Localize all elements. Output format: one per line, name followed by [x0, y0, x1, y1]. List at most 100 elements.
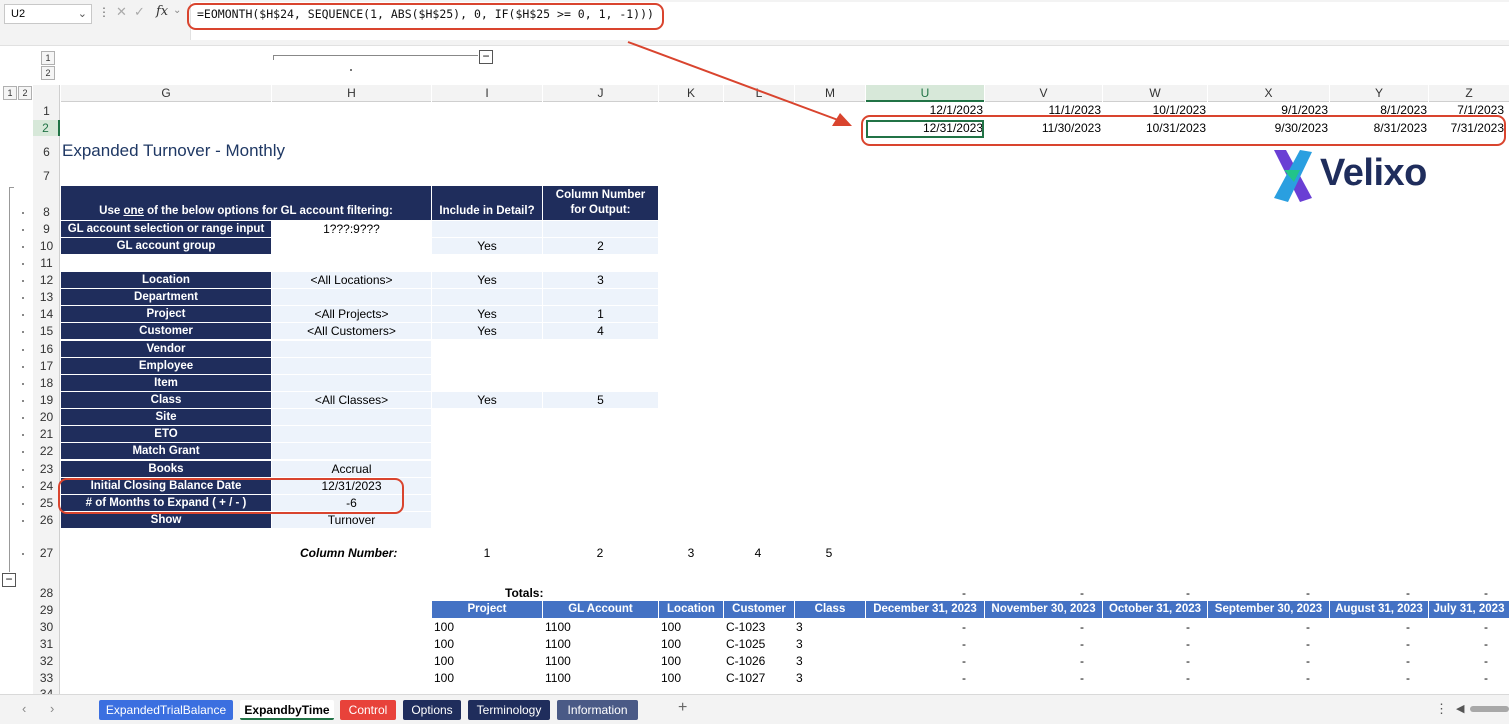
filter-value[interactable]: Accrual	[272, 462, 431, 476]
detail-column-header[interactable]: Location	[659, 601, 723, 618]
tab-expandbytime[interactable]: ExpandbyTime	[240, 700, 334, 720]
colnum-cell[interactable]: 3	[543, 273, 658, 287]
detail-cell[interactable]: C-1023	[726, 620, 765, 634]
colnum-cell[interactable]: 4	[543, 324, 658, 338]
detail-cell[interactable]: -	[1270, 637, 1310, 651]
detail-cell[interactable]: -	[1150, 654, 1190, 668]
column-number-value: 5	[825, 546, 833, 560]
detail-cell[interactable]: 1100	[545, 654, 571, 668]
detail-column-header[interactable]: December 31, 2023	[866, 601, 984, 618]
detail-cell[interactable]: 1100	[545, 671, 571, 685]
detail-column-header[interactable]: Customer	[724, 601, 794, 618]
detail-column-header[interactable]: August 31, 2023	[1330, 601, 1428, 618]
filter-header-left: Use one of the below options for GL acco…	[61, 186, 431, 220]
tab-options[interactable]: Options	[403, 700, 461, 720]
include-cell[interactable]: Yes	[432, 239, 542, 253]
detail-cell[interactable]: -	[926, 654, 966, 668]
detail-cell[interactable]: -	[926, 637, 966, 651]
detail-cell[interactable]: -	[1044, 654, 1084, 668]
include-cell[interactable]: Yes	[432, 273, 542, 287]
filter-label: Site	[61, 409, 271, 425]
colnum-cell[interactable]: 2	[543, 239, 658, 253]
velixo-logo-icon	[1274, 150, 1312, 202]
detail-cell[interactable]: -	[1150, 620, 1190, 634]
detail-column-header[interactable]: July 31, 2023	[1429, 601, 1509, 618]
detail-cell[interactable]: -	[926, 671, 966, 685]
filter-header-one: one	[123, 205, 144, 217]
detail-cell[interactable]: 100	[661, 637, 681, 651]
detail-cell[interactable]: -	[1370, 620, 1410, 634]
horizontal-scrollbar-thumb[interactable]	[1470, 706, 1509, 712]
filter-value-bg	[272, 358, 431, 374]
colnum-cell-bg	[543, 289, 658, 305]
detail-cell[interactable]: C-1026	[726, 654, 765, 668]
tab-scroll-right-icon[interactable]: ›	[50, 701, 54, 716]
filter-value[interactable]: <All Classes>	[272, 393, 431, 407]
detail-cell[interactable]: -	[1270, 671, 1310, 685]
detail-cell[interactable]: -	[1370, 671, 1410, 685]
detail-cell[interactable]: -	[1370, 637, 1410, 651]
filter-value-bg	[272, 409, 431, 425]
detail-cell[interactable]: -	[1150, 671, 1190, 685]
detail-cell[interactable]: 3	[796, 671, 803, 685]
colnum-header: Column Number for Output:	[543, 186, 658, 220]
detail-column-header[interactable]: November 30, 2023	[985, 601, 1102, 618]
detail-cell[interactable]: -	[1448, 620, 1488, 634]
filter-value[interactable]: <All Locations>	[272, 273, 431, 287]
detail-cell[interactable]: 1100	[545, 620, 571, 634]
detail-cell[interactable]: 100	[661, 671, 681, 685]
detail-column-header[interactable]: Class	[795, 601, 865, 618]
include-cell[interactable]: Yes	[432, 324, 542, 338]
tab-information[interactable]: Information	[557, 700, 638, 720]
filter-value[interactable]: <All Projects>	[272, 307, 431, 321]
detail-cell[interactable]: 1100	[545, 637, 571, 651]
detail-cell[interactable]: -	[1370, 654, 1410, 668]
detail-cell[interactable]: -	[1448, 654, 1488, 668]
detail-column-header[interactable]: Project	[432, 601, 542, 618]
detail-column-header[interactable]: GL Account	[543, 601, 658, 618]
detail-cell[interactable]: -	[1150, 637, 1190, 651]
detail-cell[interactable]: 3	[796, 637, 803, 651]
filter-value[interactable]: Turnover	[272, 513, 431, 527]
detail-cell[interactable]: -	[1044, 620, 1084, 634]
detail-cell[interactable]: 100	[434, 671, 454, 685]
filter-label: Customer	[61, 323, 271, 339]
detail-cell[interactable]: -	[1270, 620, 1310, 634]
tab-control[interactable]: Control	[340, 700, 396, 720]
detail-cell[interactable]: 3	[796, 620, 803, 634]
include-cell[interactable]: Yes	[432, 307, 542, 321]
detail-cell[interactable]: -	[1044, 671, 1084, 685]
detail-cell[interactable]: -	[1044, 637, 1084, 651]
column-number-value: 2	[596, 546, 604, 560]
filter-value-bg	[272, 341, 431, 357]
colnum-cell[interactable]: 1	[543, 307, 658, 321]
tab-expandedtrialbalance[interactable]: ExpandedTrialBalance	[99, 700, 233, 720]
detail-cell[interactable]: 100	[661, 654, 681, 668]
tab-scroll-left-icon[interactable]: ‹	[22, 701, 26, 716]
filter-value[interactable]: <All Customers>	[272, 324, 431, 338]
detail-column-header[interactable]: September 30, 2023	[1208, 601, 1329, 618]
detail-cell[interactable]: C-1025	[726, 637, 765, 651]
detail-cell[interactable]: C-1027	[726, 671, 765, 685]
detail-cell[interactable]: 100	[434, 637, 454, 651]
detail-cell[interactable]: -	[1270, 654, 1310, 668]
add-sheet-icon[interactable]: +	[678, 699, 687, 717]
detail-cell[interactable]: -	[1448, 671, 1488, 685]
total-value: -	[962, 586, 966, 600]
detail-column-header[interactable]: October 31, 2023	[1103, 601, 1207, 618]
filter-label: Item	[61, 375, 271, 391]
filter-label: GL account selection or range input	[61, 221, 271, 237]
filter-label: Match Grant	[61, 443, 271, 459]
colnum-cell[interactable]: 5	[543, 393, 658, 407]
more-tabs-icon[interactable]: ⋮	[1435, 701, 1448, 717]
horizontal-scroll-left-icon[interactable]: ◀	[1456, 702, 1464, 715]
detail-cell[interactable]: 100	[661, 620, 681, 634]
filter-value[interactable]: 1???:9???	[272, 222, 431, 236]
detail-cell[interactable]: 100	[434, 654, 454, 668]
include-cell[interactable]: Yes	[432, 393, 542, 407]
detail-cell[interactable]: 3	[796, 654, 803, 668]
detail-cell[interactable]: -	[926, 620, 966, 634]
tab-terminology[interactable]: Terminology	[468, 700, 550, 720]
detail-cell[interactable]: 100	[434, 620, 454, 634]
detail-cell[interactable]: -	[1448, 637, 1488, 651]
